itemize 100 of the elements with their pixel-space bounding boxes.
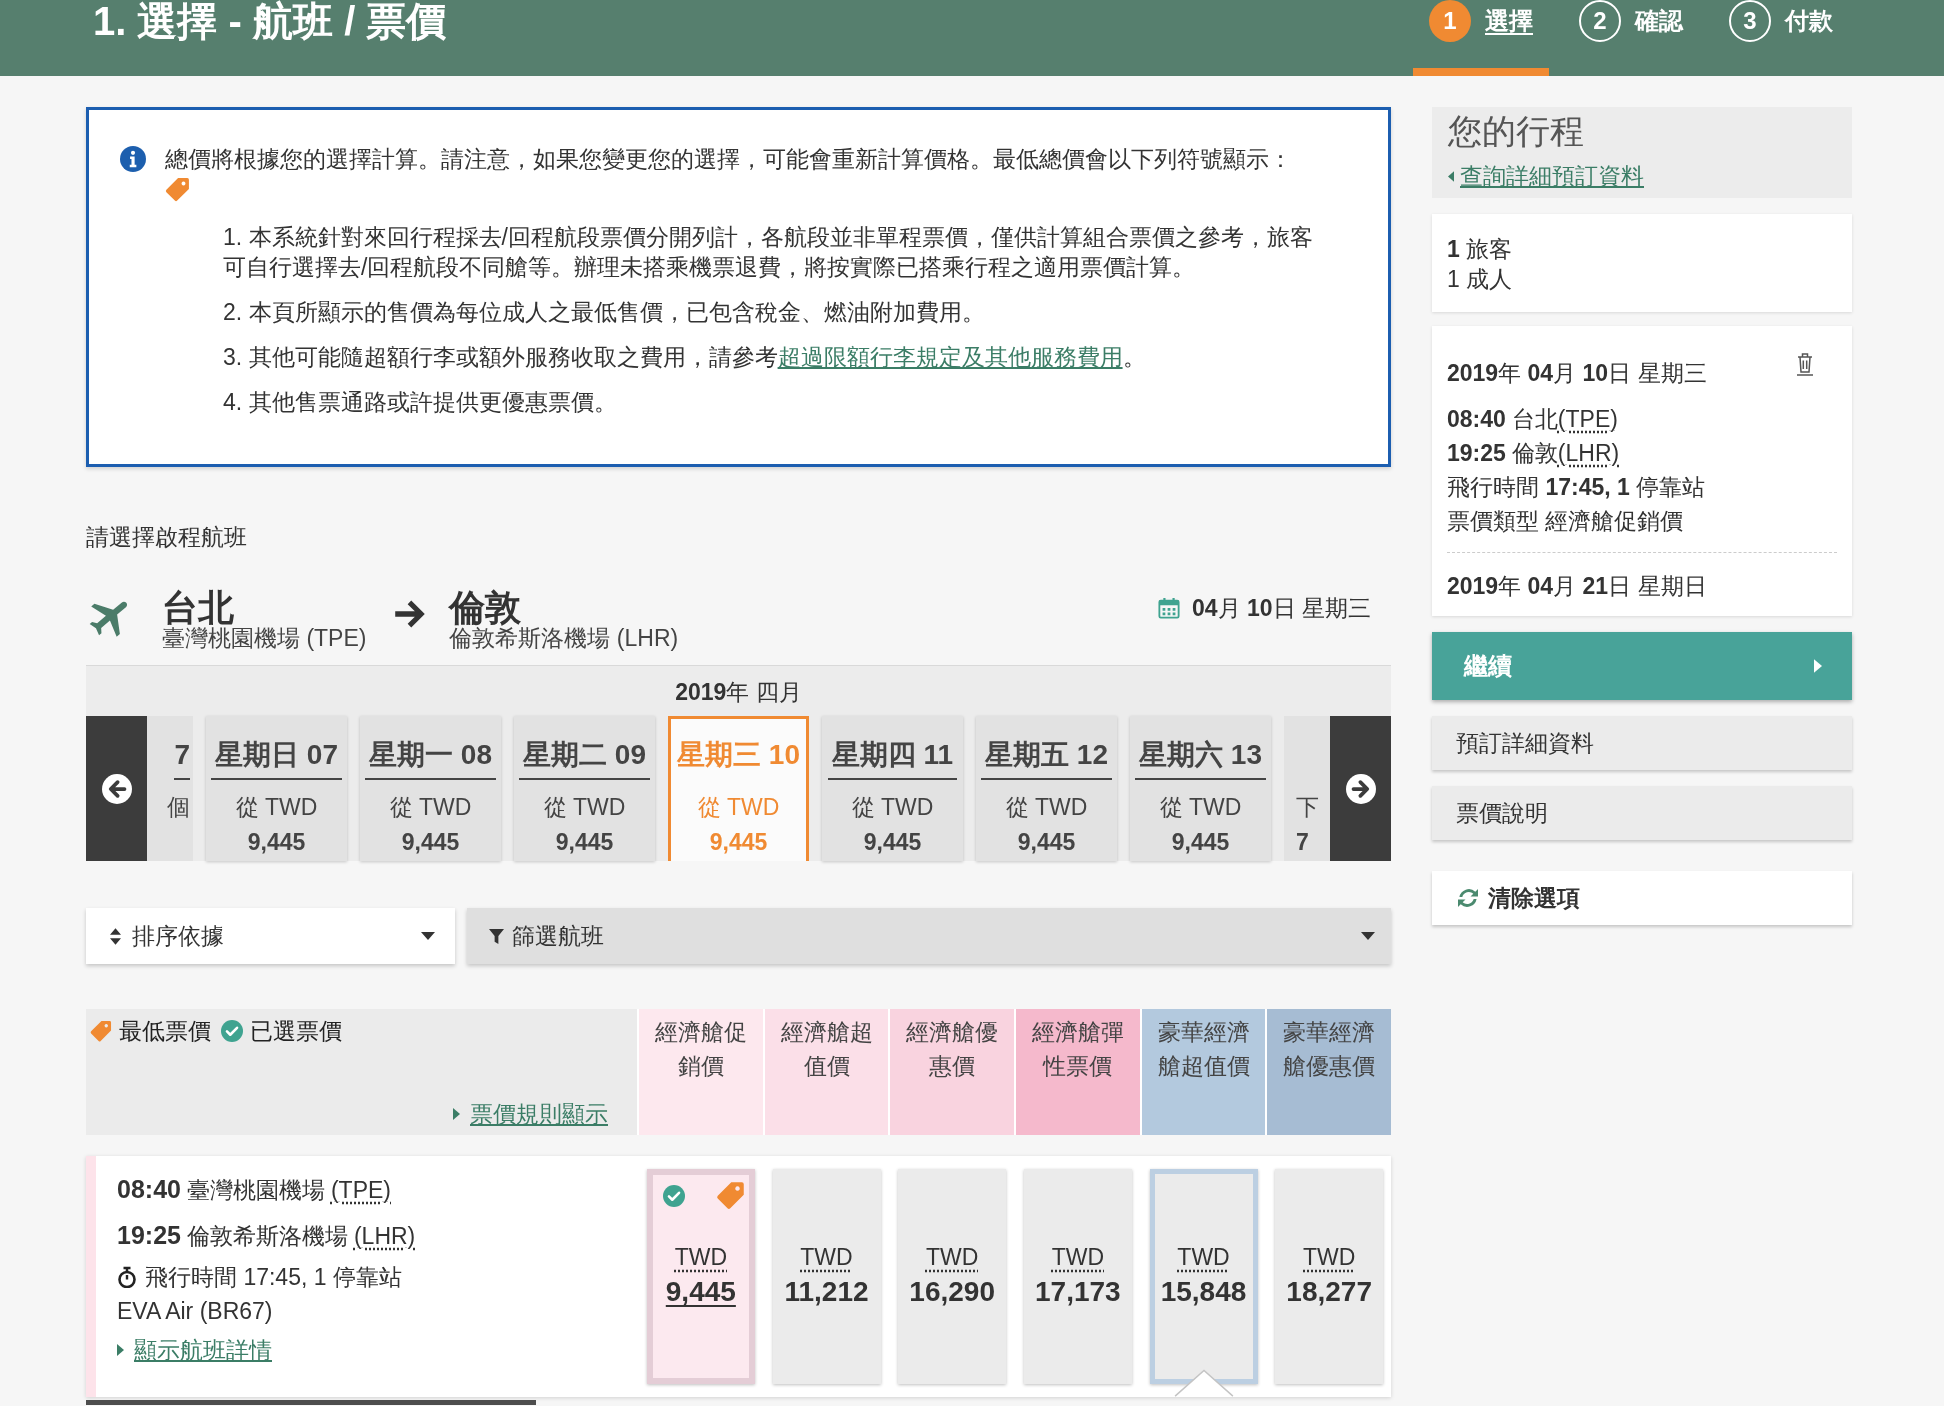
sort-dropdown[interactable]: 排序依據	[86, 908, 455, 964]
return-date: 2019年 04月 21日 星期日	[1447, 572, 1707, 601]
from-label: 從 TWD	[697, 793, 780, 821]
price-value: 9,445	[1017, 828, 1076, 856]
caret-right-icon	[1814, 659, 1822, 673]
departure-info: 08:40 台北(TPE)	[1447, 405, 1618, 434]
from-label: 從 TWD	[1005, 793, 1088, 821]
from-label: 從 TWD	[235, 793, 318, 821]
fare-class-header: 豪華經濟艙超值價	[1141, 1009, 1266, 1135]
fare-option[interactable]: TWD 17,173	[1023, 1169, 1132, 1384]
arrow-left-icon	[101, 773, 132, 804]
sidebar-button[interactable]: 預訂詳細資料	[1432, 716, 1852, 770]
date-card[interactable]: 7 個	[147, 716, 193, 861]
price-tag-icon	[89, 1019, 112, 1043]
from-label: 從 TWD	[851, 793, 934, 821]
currency-label: TWD	[800, 1243, 853, 1272]
step-number: 2	[1579, 0, 1621, 42]
itinerary-title: 您的行程	[1448, 111, 1584, 151]
caret-down-icon	[421, 932, 435, 940]
clear-selection-button[interactable]: 清除選項	[1432, 871, 1852, 925]
day-label: 星期五 12	[981, 738, 1112, 780]
check-circle-icon	[662, 1185, 685, 1207]
price-value: 9,445	[247, 828, 306, 856]
refresh-icon	[1456, 887, 1480, 909]
step-number: 1	[1429, 0, 1471, 42]
from-label: 從 TWD	[543, 793, 626, 821]
arrival-info: 19:25 倫敦希斯洛機場 (LHR)	[117, 1220, 416, 1251]
day-label: 星期日 07	[211, 738, 342, 780]
price-value: 9,445	[1171, 828, 1230, 856]
filter-dropdown[interactable]: 篩選航班	[467, 908, 1391, 964]
city-name: 倫敦	[449, 590, 522, 626]
duration-text: 飛行時間 17:45, 1 停靠站	[145, 1263, 402, 1292]
currency-label: TWD	[674, 1243, 727, 1272]
caret-left-icon	[1448, 170, 1454, 182]
carrier-text: EVA Air (BR67)	[117, 1297, 273, 1326]
next-dates-button[interactable]	[1330, 716, 1391, 861]
notice-item: 2. 本頁所顯示的售價為每位成人之最低售價，已包含稅金、燃油附加費用。	[223, 298, 986, 327]
price-value: 7	[1296, 828, 1309, 856]
step-label: 選擇	[1485, 6, 1533, 36]
caret-down-icon	[1361, 932, 1375, 940]
city-name: 台北	[162, 590, 235, 626]
date-card[interactable]: 星期日 07 從 TWD 9,445	[206, 716, 347, 861]
trash-icon[interactable]	[1796, 352, 1814, 376]
fare-class-header: 經濟艙促銷價	[639, 1009, 763, 1135]
from-label: 下	[1296, 793, 1319, 821]
arrival-info: 19:25 倫敦(LHR)	[1447, 439, 1620, 468]
baggage-fee-link[interactable]: 超過限額行李規定及其他服務費用	[777, 344, 1123, 370]
stopwatch-icon	[117, 1266, 137, 1288]
fare-option[interactable]: TWD 15,848	[1149, 1169, 1258, 1384]
departure-info: 08:40 臺灣桃園機場 (TPE)	[117, 1174, 391, 1205]
booking-details-link[interactable]: 查詢詳細預訂資料	[1460, 161, 1644, 191]
legend-label: 已選票價	[250, 1017, 342, 1046]
month-label: 2019年 四月	[674, 678, 803, 706]
sort-icon	[110, 927, 121, 945]
step-label: 付款	[1785, 6, 1833, 36]
day-label: 星期三 10	[676, 738, 801, 772]
day-label: 星期四 11	[827, 738, 958, 780]
page-title: 1. 選擇 - 航班 / 票價	[93, 0, 447, 42]
filter-icon	[489, 928, 504, 944]
date-card[interactable]: 星期二 09 從 TWD 9,445	[514, 716, 655, 861]
price-value: 9,445	[401, 828, 460, 856]
date-card[interactable]: 星期六 13 從 TWD 9,445	[1130, 716, 1271, 861]
fare-class-header: 經濟艙超值價	[764, 1009, 889, 1135]
step-number: 3	[1729, 0, 1771, 42]
flight-details-link[interactable]: 顯示航班詳情	[134, 1333, 272, 1367]
calendar-icon	[1158, 596, 1181, 620]
price-value: 9,445	[863, 828, 922, 856]
info-icon	[120, 146, 146, 172]
day-label: 星期六 13	[1135, 738, 1266, 780]
currency-label: TWD	[1303, 1243, 1356, 1272]
fare-rules-link[interactable]: 票價規則顯示	[470, 1099, 608, 1129]
legend-label: 最低票價	[119, 1017, 211, 1046]
previous-dates-button[interactable]	[86, 716, 147, 861]
day-label: 7	[174, 738, 190, 780]
fare-option[interactable]: TWD 16,290	[898, 1169, 1007, 1384]
date-card[interactable]: 星期五 12 從 TWD 9,445	[976, 716, 1117, 861]
section-heading: 請選擇啟程航班	[86, 523, 248, 552]
fare-class-header: 經濟艙彈性票價	[1016, 1009, 1140, 1135]
duration-text: 飛行時間 17:45, 1 停靠站	[1447, 473, 1706, 502]
fare-price: 17,173	[1035, 1275, 1121, 1309]
caret-right-icon	[117, 1344, 124, 1356]
price-value: 9,445	[709, 828, 768, 856]
arrow-right-icon	[1345, 773, 1376, 804]
date-card[interactable]: 星期四 11 從 TWD 9,445	[822, 716, 963, 861]
date-card[interactable]: 星期一 08 從 TWD 9,445	[360, 716, 501, 861]
currency-label: TWD	[926, 1243, 979, 1272]
airport-name: 倫敦希斯洛機場 (LHR)	[449, 626, 679, 650]
from-label: 個	[167, 793, 190, 821]
notice-item: 4. 其他售票通路或許提供更優惠票價。	[223, 388, 618, 417]
currency-label: TWD	[1177, 1243, 1230, 1272]
fare-option[interactable]: TWD 18,277	[1275, 1169, 1384, 1384]
passenger-text: 1 成人	[1447, 265, 1513, 294]
currency-label: TWD	[1051, 1243, 1105, 1272]
check-circle-icon	[221, 1020, 243, 1042]
date-card[interactable]: 下 7	[1284, 716, 1330, 861]
fare-price: 16,290	[909, 1275, 995, 1309]
price-tag-icon	[164, 177, 190, 203]
fare-option[interactable]: TWD 9,445	[646, 1169, 755, 1384]
fare-option[interactable]: TWD 11,212	[772, 1169, 881, 1384]
sidebar-button[interactable]: 票價說明	[1432, 786, 1852, 840]
